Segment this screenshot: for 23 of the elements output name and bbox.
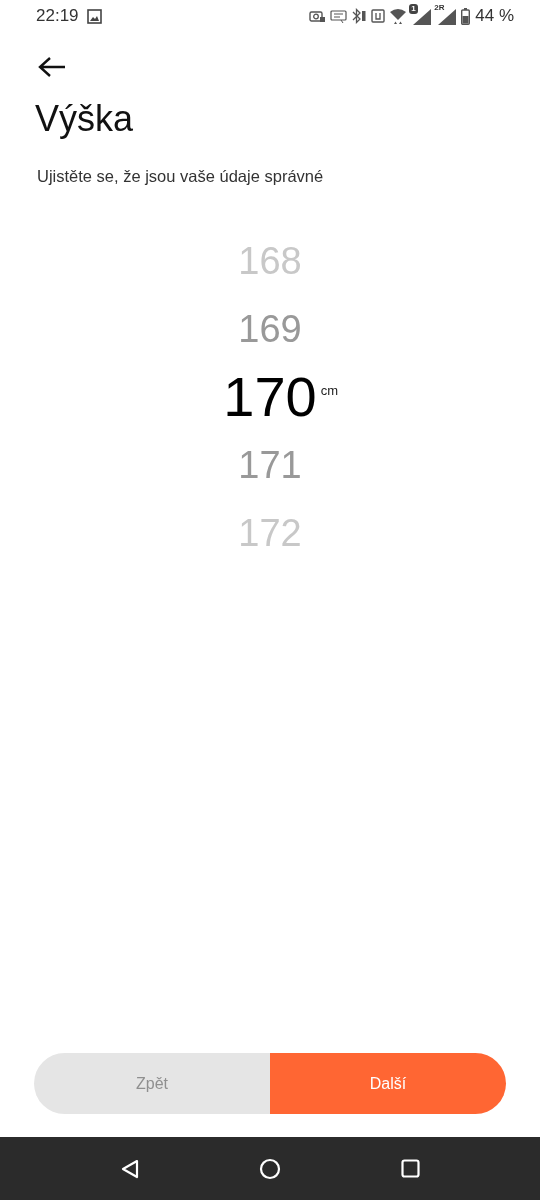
wifi-icon	[390, 8, 407, 24]
picker-value[interactable]: 170	[223, 368, 317, 425]
picker-value[interactable]: 169	[238, 309, 302, 348]
picker-value[interactable]: 171	[238, 445, 302, 484]
home-icon[interactable]	[259, 1157, 282, 1180]
signal-icon	[438, 9, 457, 25]
subtitle-text: Ujistěte se, že jsou vaše údaje správné	[37, 166, 325, 188]
signal-icon	[413, 9, 432, 25]
next-button[interactable]: Další	[270, 1053, 506, 1114]
battery-icon	[461, 7, 471, 25]
bluetooth-icon	[352, 8, 367, 24]
recents-icon[interactable]	[401, 1159, 421, 1178]
battery-percent: 44 %	[475, 5, 514, 28]
camera-icon	[309, 9, 326, 23]
status-time: 22:19	[36, 5, 79, 28]
sim-label: 1	[409, 4, 418, 14]
back-icon[interactable]	[119, 1158, 140, 1179]
image-icon	[86, 8, 102, 24]
unit-label: cm	[320, 381, 339, 400]
back-arrow-icon[interactable]	[38, 57, 66, 77]
page-title: Výška	[35, 97, 135, 141]
sim-label: 2R	[434, 4, 445, 12]
nfc-icon	[371, 9, 386, 23]
